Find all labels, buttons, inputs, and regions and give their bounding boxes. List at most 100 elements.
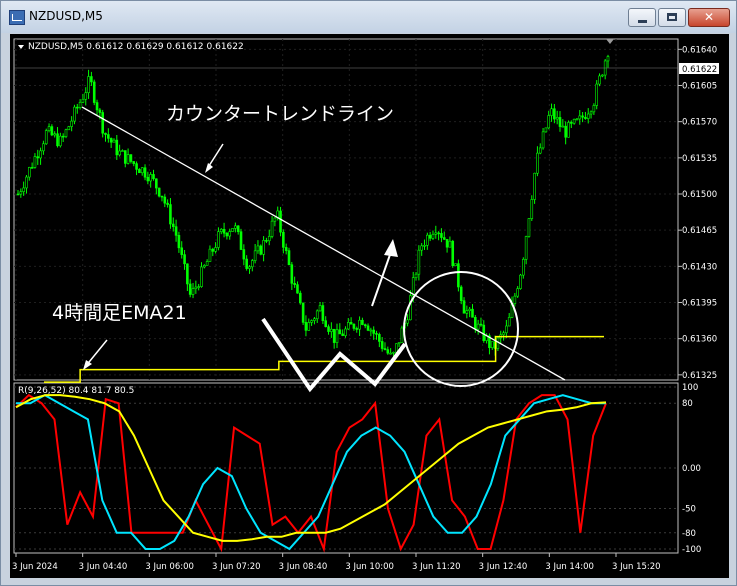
candle-body <box>251 260 254 268</box>
candle-body <box>191 288 195 295</box>
candle-body <box>592 105 596 113</box>
price-label: 0.61500 <box>682 190 717 200</box>
candle-body <box>78 101 82 108</box>
candle-body <box>434 232 438 235</box>
candle-body <box>53 133 56 136</box>
candle-body <box>214 247 217 252</box>
maximize-button[interactable] <box>658 8 686 27</box>
candle-body <box>346 322 350 330</box>
candle-body <box>163 196 167 204</box>
candle-body <box>606 56 610 62</box>
ema-annotation: 4時間足EMA21 <box>52 302 187 324</box>
time-label: 3 Jun 2024 <box>12 562 58 572</box>
candle-body <box>572 118 576 124</box>
candle-body <box>149 174 152 182</box>
candle-body <box>70 120 73 127</box>
indicator-level-label: 100 <box>682 383 698 393</box>
candle-body <box>564 125 567 138</box>
candle-body <box>197 286 200 288</box>
price-label: 0.61465 <box>682 226 717 236</box>
candle-body <box>349 322 353 325</box>
candle-body <box>84 92 88 100</box>
candle-body <box>279 210 282 233</box>
chart-shift-icon[interactable] <box>606 39 614 44</box>
candle-body <box>307 322 311 331</box>
close-button[interactable]: ✕ <box>688 8 730 27</box>
candle-body <box>471 308 474 318</box>
candle-body <box>459 286 463 302</box>
candle-body <box>372 329 375 334</box>
minimize-button[interactable] <box>628 8 656 27</box>
candle-body <box>73 106 76 122</box>
candle-body <box>533 172 536 200</box>
candle-body <box>318 305 322 312</box>
candle-body <box>437 232 440 235</box>
candle-body <box>242 249 246 260</box>
candle-body <box>380 341 384 349</box>
candle-body <box>95 102 99 111</box>
candle-body <box>155 178 158 189</box>
price-chart-svg[interactable]: カウンタートレンドライン 4時間足EMA21 NZDUSD,M5 0.61612… <box>10 34 729 578</box>
candle-body <box>282 231 285 248</box>
candle-body <box>81 98 85 103</box>
time-label: 3 Jun 04:40 <box>79 562 128 572</box>
candle-body <box>64 129 68 137</box>
candle-body <box>400 327 404 343</box>
price-label: 0.61570 <box>682 118 717 128</box>
candle-body <box>115 139 119 156</box>
chart-area[interactable]: カウンタートレンドライン 4時間足EMA21 NZDUSD,M5 0.61612… <box>10 34 729 578</box>
candle-body <box>293 283 296 285</box>
candle-body <box>575 118 579 121</box>
price-label: 0.61605 <box>682 82 717 92</box>
indicator-axis: 100 80 0.00 -50 -80 -100 <box>682 383 701 555</box>
candle-body <box>375 333 378 335</box>
candle-body <box>465 310 469 314</box>
candle-body <box>112 139 116 143</box>
candle-body <box>578 115 582 120</box>
candle-body <box>476 323 480 330</box>
candle-body <box>530 199 534 219</box>
candle-body <box>284 247 288 251</box>
candle-body <box>516 288 519 297</box>
candle-body <box>330 328 333 332</box>
candle-body <box>505 325 508 334</box>
time-label: 3 Jun 07:20 <box>212 562 261 572</box>
candle-body <box>298 292 302 304</box>
candle-body <box>389 352 392 355</box>
candle-body <box>507 317 511 327</box>
candle-body <box>522 258 525 276</box>
candle-body <box>420 245 423 251</box>
candle-body <box>496 337 500 349</box>
candle-body <box>409 295 412 321</box>
candle-body <box>341 333 344 336</box>
candle-body <box>304 322 308 331</box>
candle-body <box>482 324 486 341</box>
candle-body <box>146 176 150 182</box>
indicator-info: R(9,26,52) 80.4 81.7 80.5 <box>18 386 134 396</box>
time-label: 3 Jun 10:00 <box>345 562 394 572</box>
current-price-text: 0.61622 <box>682 65 717 75</box>
candle-body <box>27 167 31 178</box>
candle-body <box>315 310 319 320</box>
candle-body <box>87 76 90 94</box>
candle-body <box>479 323 483 326</box>
candle-body <box>581 115 584 118</box>
candle-body <box>392 351 395 354</box>
candle-body <box>553 108 556 120</box>
candle-body <box>442 237 446 240</box>
candle-body <box>445 239 449 248</box>
candle-body <box>171 223 175 227</box>
candle-body <box>140 167 144 174</box>
candle-body <box>369 329 373 332</box>
candle-body <box>397 342 401 345</box>
candle-body <box>194 286 198 289</box>
candle-body <box>310 320 313 323</box>
candle-body <box>186 263 189 285</box>
title-bar[interactable]: NZDUSD,M5 ✕ <box>1 1 736 33</box>
chart-menu-icon[interactable] <box>18 45 24 49</box>
candle-body <box>47 126 51 132</box>
candle-body <box>174 226 178 236</box>
candle-body <box>180 247 184 255</box>
candle-body <box>19 191 23 195</box>
candle-body <box>33 156 37 168</box>
